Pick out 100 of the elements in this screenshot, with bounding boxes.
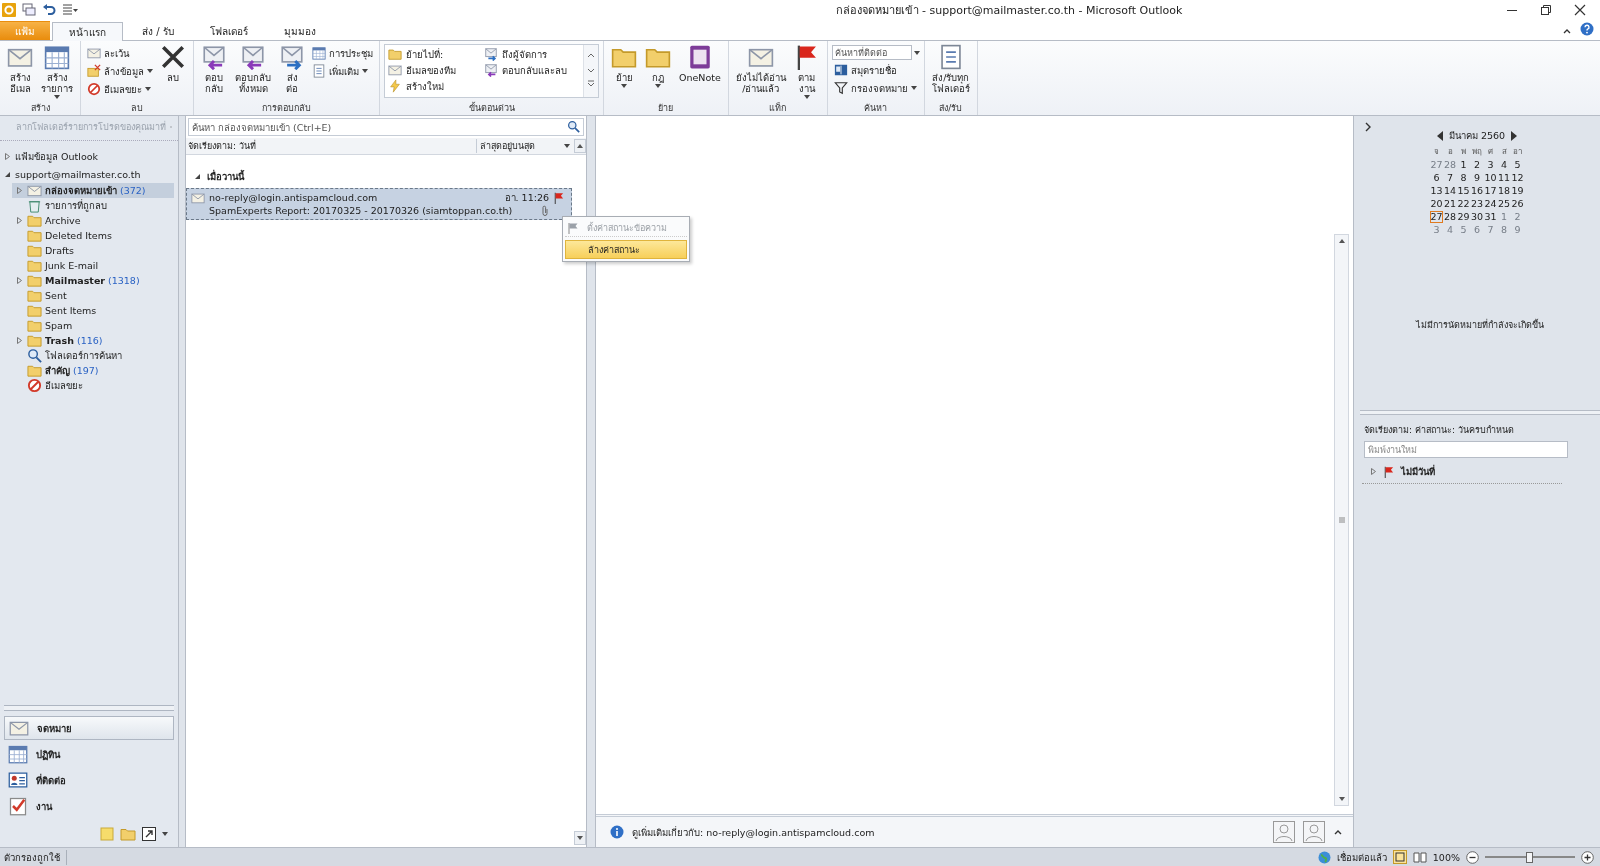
menu-item[interactable]: ล้างค่าสถานะ — [565, 240, 687, 259]
calendar-day[interactable]: 4 — [1497, 159, 1511, 171]
ribbon-button[interactable]: ย้าย — [608, 43, 640, 89]
calendar-day[interactable]: 25 — [1497, 198, 1511, 210]
quick-step-button[interactable]: อีเมลของทีม — [388, 62, 484, 78]
calendar-day[interactable]: 21 — [1443, 198, 1457, 210]
contact-search-field[interactable]: ค้นหาที่ติดต่อ — [831, 45, 912, 60]
previous-month-icon[interactable] — [1435, 130, 1444, 141]
folder-item[interactable]: Trash (116) — [12, 333, 178, 348]
quick-step-button[interactable]: ตอบกลับและลบ — [484, 62, 580, 78]
ribbon-tab[interactable]: หน้าแรก — [52, 22, 123, 41]
person-icon[interactable] — [1303, 821, 1325, 843]
ribbon-button[interactable]: OneNote — [676, 43, 724, 84]
task-sort-label[interactable]: จัดเรียงตาม: ค่าสถานะ: วันครบกำหนด — [1364, 425, 1514, 435]
ribbon-button[interactable]: สมุดรายชื่อ — [831, 62, 920, 78]
calendar-day[interactable]: 19 — [1510, 185, 1525, 197]
normal-view-icon[interactable] — [1392, 850, 1407, 864]
sort-order-label[interactable]: ล่าสุดอยู่บนสุด — [476, 139, 560, 153]
expand-arrow-icon[interactable] — [1370, 468, 1377, 475]
folder-item[interactable]: Sent — [12, 288, 178, 303]
calendar-day[interactable]: 31 — [1483, 211, 1498, 223]
ribbon-button[interactable]: สร้าง อีเมล — [4, 43, 36, 95]
reading-view-icon[interactable] — [1412, 850, 1427, 864]
folder-item[interactable]: Drafts — [12, 243, 178, 258]
expand-arrow-icon[interactable] — [16, 217, 23, 224]
calendar-day[interactable]: 4 — [1443, 224, 1457, 236]
calendar-day[interactable]: 9 — [1470, 172, 1484, 184]
folder-item[interactable]: แฟ้มข้อมูล Outlook — [0, 147, 178, 165]
ribbon-button[interactable]: กรองจดหมาย — [831, 80, 920, 96]
calendar-day[interactable]: 11 — [1497, 172, 1511, 184]
nav-button[interactable]: งาน — [4, 794, 174, 818]
ribbon-button[interactable]: ลบ — [157, 43, 189, 84]
group-header[interactable]: เมื่อวานนี้ — [186, 155, 572, 188]
search-field[interactable]: ค้นหา กล่องจดหมายเข้า (Ctrl+E) — [188, 118, 584, 136]
calendar-day[interactable]: 7 — [1443, 172, 1457, 184]
ribbon-button[interactable]: ตอบ กลับ — [198, 43, 230, 95]
help-icon[interactable] — [1580, 22, 1594, 36]
close-icon[interactable] — [1574, 4, 1586, 16]
ribbon-button[interactable]: สร้าง รายการ — [38, 43, 76, 100]
undo-icon[interactable] — [42, 3, 56, 17]
shortcut-icon[interactable] — [142, 827, 156, 841]
collapse-arrow-icon[interactable] — [194, 173, 201, 180]
calendar-day[interactable]: 13 — [1429, 185, 1444, 197]
ribbon-button[interactable]: ส่ง/รับทุก โฟลเดอร์ — [928, 43, 973, 95]
quick-step-button[interactable]: ถึงผู้จัดการ — [484, 46, 580, 62]
collapse-arrow-icon[interactable] — [4, 170, 11, 178]
expand-arrow-icon[interactable] — [16, 277, 23, 284]
calendar-day[interactable]: 17 — [1483, 185, 1498, 197]
folder-item[interactable]: โฟลเดอร์การค้นหา — [12, 348, 178, 363]
person-icon[interactable] — [1273, 821, 1295, 843]
calendar-day[interactable]: 23 — [1470, 198, 1484, 210]
new-task-field[interactable]: พิมพ์งานใหม่ — [1364, 441, 1568, 458]
expand-pane-icon[interactable] — [1364, 122, 1372, 132]
calendar-day[interactable]: 18 — [1497, 185, 1511, 197]
calendar-day[interactable]: 3 — [1483, 159, 1498, 171]
ribbon-button[interactable]: ยังไม่ได้อ่าน /อ่านแล้ว — [732, 43, 789, 95]
folder-item[interactable]: Sent Items — [12, 303, 178, 318]
calendar-day[interactable]: 16 — [1470, 185, 1484, 197]
calendar-day[interactable]: 20 — [1429, 198, 1444, 210]
folder-item[interactable]: support@mailmaster.co.th — [0, 165, 178, 183]
calendar-day[interactable]: 14 — [1443, 185, 1457, 197]
quick-step-button[interactable]: ย้ายไปที่: — [388, 46, 484, 62]
calendar-day[interactable]: 29 — [1456, 211, 1471, 223]
calendar-day[interactable]: 10 — [1483, 172, 1498, 184]
folder-item[interactable]: สำคัญ (197) — [12, 363, 178, 378]
ribbon-button[interactable]: ล้างข้อมูล — [85, 63, 155, 79]
ribbon-button[interactable]: ละเว้น — [85, 45, 155, 61]
quick-step-button[interactable]: สร้างใหม่ — [388, 78, 484, 94]
ribbon-button[interactable]: ตาม งาน — [790, 43, 823, 100]
calendar-day[interactable]: 15 — [1456, 185, 1471, 197]
folder-item[interactable]: Junk E-mail — [12, 258, 178, 273]
nav-button[interactable]: จดหมาย — [4, 716, 174, 740]
ribbon-tab[interactable]: ส่ง / รับ — [125, 21, 191, 40]
calendar-day[interactable]: 12 — [1510, 172, 1525, 184]
folder-item[interactable]: รายการที่ถูกลบ — [12, 198, 178, 213]
ribbon-button[interactable]: กฎ — [642, 43, 674, 89]
folder-item[interactable]: อีเมลขยะ — [12, 378, 178, 393]
zoom-in-icon[interactable] — [1581, 850, 1594, 864]
expand-arrow-icon[interactable] — [16, 187, 23, 194]
scroll-down-icon[interactable] — [574, 831, 586, 845]
scrollbar[interactable] — [1334, 234, 1349, 806]
folder-item[interactable]: Archive — [12, 213, 178, 228]
folder-item[interactable]: กล่องจดหมายเข้า (372) — [12, 183, 174, 198]
calendar-day[interactable]: 3 — [1429, 224, 1444, 236]
scroll-up-icon[interactable] — [574, 139, 586, 153]
ribbon-button[interactable]: ตอบกลับ ทั้งหมด — [232, 43, 274, 95]
task-group-header[interactable]: ไม่มีวันที่ — [1362, 458, 1562, 484]
calendar-day[interactable]: 28 — [1443, 211, 1457, 223]
zoom-level[interactable]: 100% — [1432, 851, 1460, 863]
expand-arrow-icon[interactable] — [4, 152, 11, 160]
restore-icon[interactable] — [1540, 4, 1552, 16]
calendar-day[interactable]: 8 — [1456, 172, 1471, 184]
ribbon-button[interactable]: การประชุม — [310, 45, 375, 61]
folder-item[interactable]: Deleted Items — [12, 228, 178, 243]
calendar-day[interactable]: 22 — [1456, 198, 1471, 210]
calendar-day[interactable]: 6 — [1429, 172, 1444, 184]
next-month-icon[interactable] — [1510, 130, 1519, 141]
ribbon-tab[interactable]: โฟลเดอร์ — [192, 21, 265, 40]
folder-item[interactable]: Spam — [12, 318, 178, 333]
customize-toolbar-icon[interactable] — [62, 3, 78, 17]
